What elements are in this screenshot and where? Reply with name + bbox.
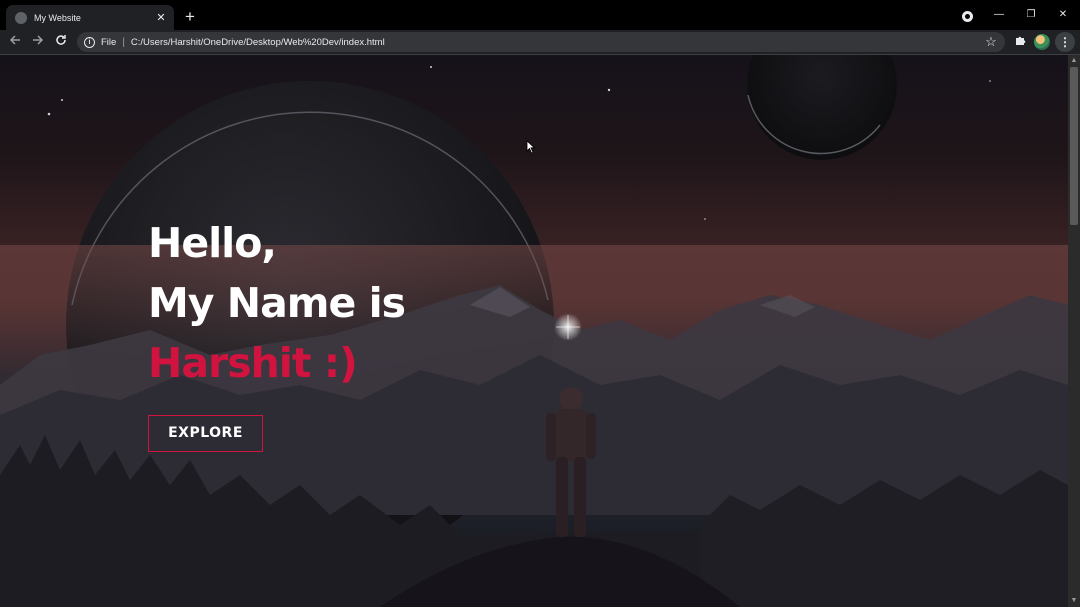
restore-button[interactable]: ❐ [1016,4,1046,26]
browser-toolbar: i File | C:/Users/Harshit/OneDrive/Deskt… [0,30,1080,55]
scroll-down-icon[interactable]: ▼ [1068,596,1080,606]
intro-line: My Name is [148,279,406,327]
close-window-button[interactable]: ✕ [1048,4,1078,26]
media-control-icon[interactable] [962,11,973,22]
kebab-menu-icon[interactable]: ⋮ [1055,32,1075,52]
scroll-thumb[interactable] [1070,67,1078,225]
star-icon[interactable]: ☆ [981,34,1001,50]
explore-button[interactable]: EXPLORE [148,415,263,452]
info-icon[interactable]: i [84,36,95,48]
url-separator: | [122,36,125,48]
globe-icon [15,11,27,24]
forward-arrow-icon[interactable] [28,32,48,52]
greeting-line: Hello, [148,219,277,267]
address-bar[interactable]: i File | C:/Users/Harshit/OneDrive/Deskt… [77,32,1005,52]
page-viewport: Hello, My Name is Harshit :) EXPLORE [0,55,1068,607]
page-scrollbar[interactable]: ▲ ▼ [1068,55,1080,607]
hero-heading: Hello, My Name is Harshit :) [148,213,406,393]
reload-icon[interactable] [51,32,71,52]
url-scheme-label: File [101,36,117,48]
back-arrow-icon[interactable] [5,32,25,52]
new-tab-button[interactable]: + [181,8,199,26]
tab-my-website[interactable]: My Website ✕ [6,5,174,30]
browser-window: My Website ✕ + — ❐ ✕ i File | C:/Users/H… [0,0,1080,607]
url-text[interactable]: C:/Users/Harshit/OneDrive/Desktop/Web%20… [131,37,981,48]
avatar[interactable] [1034,34,1050,50]
tab-title: My Website [34,12,81,23]
mouse-cursor-icon [526,140,536,154]
puzzle-icon[interactable] [1010,32,1030,52]
tab-close-icon[interactable]: ✕ [154,11,168,25]
scroll-up-icon[interactable]: ▲ [1068,56,1080,66]
tab-strip: My Website ✕ + — ❐ ✕ [0,0,1080,30]
minimize-button[interactable]: — [984,4,1014,26]
name-highlight: Harshit :) [148,339,358,387]
small-moon [747,55,897,160]
